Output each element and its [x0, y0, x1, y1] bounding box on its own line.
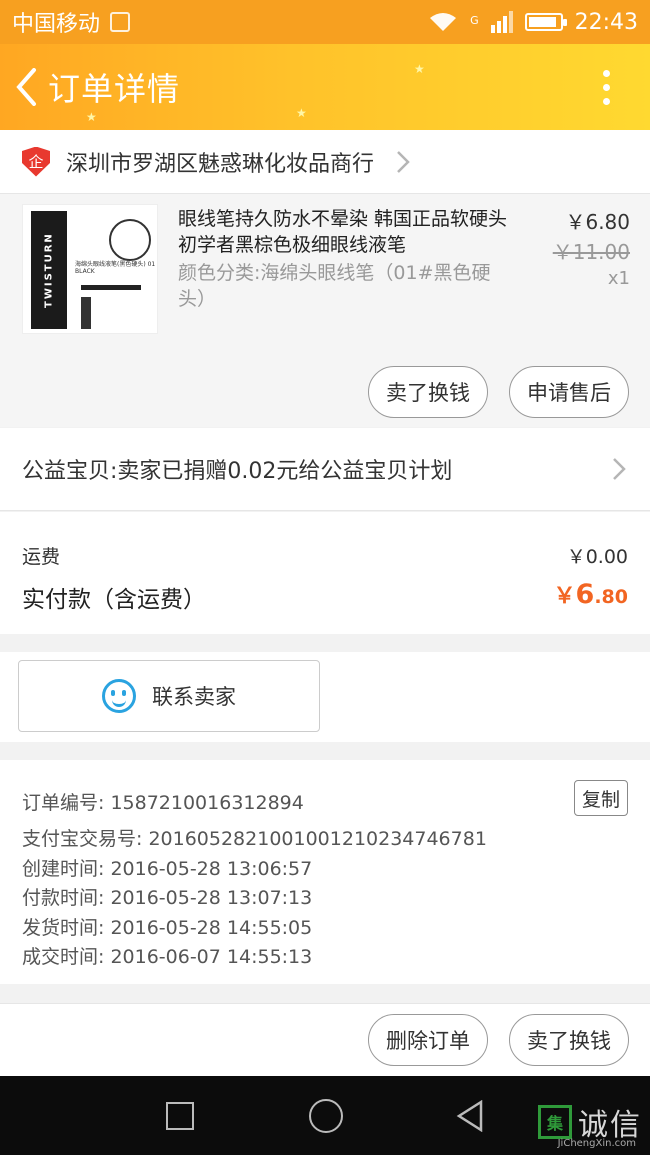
order-item[interactable]: TWISTURN 海绵头眼线液笔(黑色硬头) 01 BLACK 眼线笔持久防水不… — [0, 194, 650, 427]
contact-seller-button[interactable]: 联系卖家 — [18, 660, 320, 732]
enterprise-shield-icon: 企 — [22, 146, 50, 177]
total-integer: 6 — [575, 579, 595, 610]
paid-time: 付款时间: 2016-05-28 13:07:13 — [22, 887, 313, 909]
sell-resale-button[interactable]: 卖了换钱 — [368, 366, 488, 418]
more-vert-icon[interactable] — [586, 44, 626, 130]
bottom-action-bar: 删除订单 卖了换钱 — [0, 1003, 650, 1076]
shipping-value: ￥0.00 — [566, 546, 628, 568]
total-value: ￥6.80 — [554, 578, 628, 610]
product-quantity: x1 — [607, 268, 630, 289]
watermark-subtext: JiChengXin.com — [557, 1138, 636, 1149]
product-box-label: TWISTURN — [31, 211, 67, 329]
product-price: ￥6.80 — [565, 210, 630, 234]
contact-section: 联系卖家 — [0, 652, 650, 742]
completed-time: 成交时间: 2016-06-07 14:55:13 — [22, 946, 313, 968]
product-attributes: 颜色分类:海绵头眼线笔（01#黑色硬头） — [178, 262, 491, 310]
shipping-label: 运费 — [22, 546, 61, 568]
chevron-left-icon — [16, 68, 36, 106]
resell-button[interactable]: 卖了换钱 — [509, 1014, 629, 1066]
total-decimal: .80 — [594, 586, 628, 608]
shipped-time: 发货时间: 2016-05-28 14:55:05 — [22, 917, 313, 939]
chevron-right-icon — [397, 150, 410, 173]
network-type: G — [470, 13, 479, 27]
watermark-logo: 集 诚信 JiChengXin.com — [538, 1100, 642, 1149]
product-thumb-caption: 海绵头眼线液笔(黑色硬头) 01 BLACK — [75, 261, 156, 275]
back-button[interactable] — [4, 44, 48, 130]
carrier-label: 中国移动 — [12, 12, 101, 37]
after-sales-button[interactable]: 申请售后 — [509, 366, 629, 418]
alipay-trade-number: 支付宝交易号: 2016052821001001210234746781 — [22, 828, 487, 850]
recent-apps-icon[interactable] — [166, 1102, 194, 1130]
product-name: 眼线笔持久防水不晕染 韩国正品软硬头初学者黑棕色极细眼线液笔 — [178, 208, 508, 256]
charity-text: 公益宝贝:卖家已捐赠0.02元给公益宝贝计划 — [22, 459, 453, 484]
home-icon[interactable] — [309, 1099, 343, 1133]
wifi-icon — [430, 13, 457, 31]
header-bar: ★ ★ ★ 订单详情 — [0, 44, 650, 130]
delete-order-button[interactable]: 删除订单 — [368, 1014, 488, 1066]
back-nav-icon[interactable] — [455, 1100, 485, 1132]
copy-button[interactable]: 复制 — [574, 780, 628, 816]
clock: 22:43 — [574, 9, 638, 35]
charity-row[interactable]: 公益宝贝:卖家已捐赠0.02元给公益宝贝计划 — [0, 428, 650, 511]
chevron-right-icon — [613, 458, 626, 480]
order-info: 订单编号: 1587210016312894 复制 支付宝交易号: 201605… — [0, 760, 650, 984]
shop-row[interactable]: 企 深圳市罗湖区魅惑琳化妆品商行 — [0, 130, 650, 194]
page-title: 订单详情 — [48, 70, 181, 108]
product-original-price: ￥11.00 — [552, 240, 630, 264]
status-icons: G 22:43 — [428, 10, 638, 35]
wangwang-chat-icon — [102, 679, 136, 713]
shop-name: 深圳市罗湖区魅惑琳化妆品商行 — [66, 151, 375, 177]
contact-seller-label: 联系卖家 — [152, 685, 236, 709]
battery-icon — [524, 13, 567, 31]
status-bar: 中国移动 G 22:43 — [0, 0, 650, 44]
created-time: 创建时间: 2016-05-28 13:06:57 — [22, 858, 313, 880]
total-label: 实付款（含运费） — [22, 587, 206, 613]
signal-icon — [490, 11, 513, 33]
notification-icon — [110, 12, 131, 32]
order-number: 订单编号: 1587210016312894 — [22, 792, 304, 814]
product-thumbnail[interactable]: TWISTURN 海绵头眼线液笔(黑色硬头) 01 BLACK — [22, 204, 158, 334]
total-currency: ￥ — [553, 584, 576, 609]
cost-summary: 运费 ￥0.00 实付款（含运费） ￥6.80 — [0, 512, 650, 634]
watermark-glyph: 集 — [538, 1105, 572, 1139]
